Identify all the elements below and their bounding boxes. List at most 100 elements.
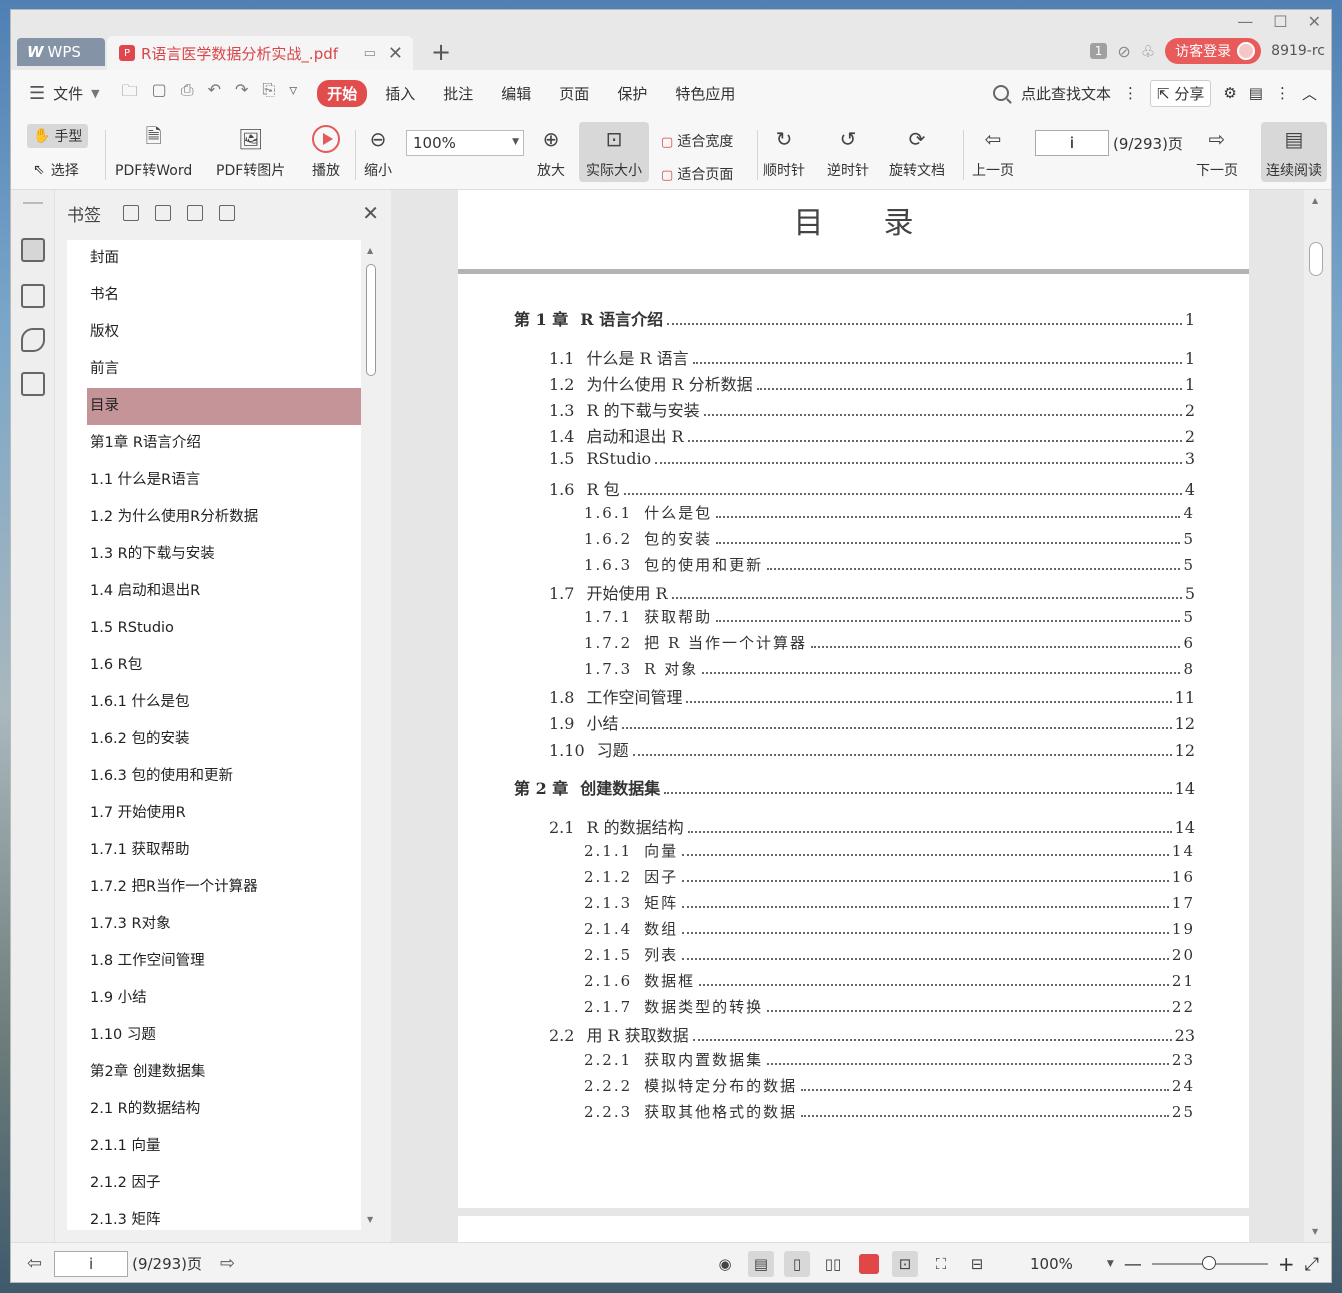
toc-entry[interactable]: 第 1 章 R 语言介绍 1 (514, 306, 1195, 329)
toc-entry[interactable]: 1.2 为什么使用 R 分析数据 1 (549, 371, 1195, 394)
bookmark-item[interactable]: 1.6 R包 (67, 647, 361, 684)
settings-icon[interactable]: ⚙ (1223, 84, 1236, 102)
bookmark-item[interactable]: 1.7.3 R对象 (67, 906, 361, 943)
toc-entry[interactable]: 2.2 用 R 获取数据 23 (549, 1022, 1195, 1045)
zoom-slider-knob[interactable] (1201, 1256, 1216, 1270)
toc-entry[interactable]: 1.6.2 包的安装 5 (584, 528, 1195, 550)
close-window-icon[interactable]: ✕ (1308, 12, 1321, 31)
wps-home-tab[interactable]: W WPS (17, 38, 105, 66)
bookmark-item[interactable]: 1.6.3 包的使用和更新 (67, 758, 361, 795)
chevron-down-icon[interactable]: ▼ (91, 87, 99, 100)
page-number-input[interactable]: i (1035, 130, 1109, 156)
tab-start[interactable]: 开始 (317, 79, 368, 107)
bookmark-item[interactable]: 1.8 工作空间管理 (67, 943, 361, 980)
fit-width-icon[interactable]: ⊟ (964, 1251, 990, 1277)
bookmark-item[interactable]: 1.6.1 什么是包 (67, 684, 361, 721)
thumbnail-panel-icon[interactable] (21, 284, 45, 308)
bookmark-item[interactable]: 1.1 什么是R语言 (67, 462, 361, 499)
continuous-reading-button[interactable]: ▤ 连续阅读 (1261, 122, 1327, 182)
bookmark-item[interactable]: 版权 (67, 314, 361, 351)
bookmark-item[interactable]: 1.7.1 获取帮助 (67, 832, 361, 869)
annotation-panel-icon[interactable] (21, 328, 45, 352)
toc-entry[interactable]: 2.2.2 模拟特定分布的数据 24 (584, 1075, 1195, 1097)
bookmark-item[interactable]: 第1章 R语言介绍 (67, 425, 361, 462)
continuous-view-icon[interactable]: ▯ (784, 1251, 811, 1277)
tab-annotate[interactable]: 批注 (433, 80, 483, 107)
hamburger-menu-icon[interactable]: ☰ (29, 83, 45, 104)
zoom-level[interactable]: 100% (1030, 1255, 1073, 1273)
fit-page-icon[interactable]: ⛶ (928, 1251, 954, 1277)
scroll-down-icon[interactable]: ▼ (367, 1215, 373, 1224)
save-icon[interactable]: ▢ (152, 80, 167, 107)
more-options-icon[interactable]: ⋮ (1275, 84, 1290, 102)
bookmark-item[interactable]: 1.2 为什么使用R分析数据 (67, 499, 361, 536)
bookmark-item[interactable]: 2.1.1 向量 (67, 1128, 361, 1165)
prev-page-icon[interactable]: ⇦ (27, 1253, 42, 1274)
bookmark-item[interactable]: 1.4 启动和退出R (67, 573, 361, 610)
toc-entry[interactable]: 2.1.4 数组 19 (584, 918, 1195, 940)
scroll-down-icon[interactable]: ▼ (1312, 1227, 1318, 1236)
collapse-ribbon-icon[interactable]: ︿ (1302, 83, 1317, 104)
tab-insert[interactable]: 插入 (375, 80, 425, 107)
pdf-to-word-button[interactable]: 🗎 PDF转Word (115, 124, 192, 180)
find-text-button[interactable]: 点此查找文本 (1021, 83, 1111, 104)
file-menu[interactable]: 文件 (53, 83, 83, 104)
bookmark-item[interactable]: 1.6.2 包的安装 (67, 721, 361, 758)
toc-entry[interactable]: 1.7.3 R 对象 8 (584, 658, 1195, 680)
toc-entry[interactable]: 1.7.1 获取帮助 5 (584, 606, 1195, 628)
status-page-input[interactable]: i (54, 1250, 129, 1277)
bookmark-item-selected[interactable]: 目录 (87, 388, 361, 425)
toc-entry[interactable]: 1.4 启动和退出 R 2 (549, 423, 1195, 446)
fullscreen-icon[interactable]: ⤢ (1305, 1254, 1319, 1275)
fit-width-button[interactable]: 适合宽度 (661, 126, 733, 159)
toc-entry[interactable]: 1.7.2 把 R 当作一个计算器 6 (584, 632, 1195, 654)
rotate-counterclockwise-button[interactable]: ↺ 逆时针 (827, 124, 869, 180)
zoom-select[interactable]: 100% ▼ (406, 130, 524, 156)
zoom-in-button[interactable]: ⊕ 放大 (536, 124, 566, 180)
bookmark-item[interactable]: 2.1.2 因子 (67, 1165, 361, 1202)
redo-icon[interactable]: ↷ (235, 80, 248, 107)
toc-entry[interactable]: 2.1.6 数据框 21 (584, 970, 1195, 992)
bookmark-item[interactable]: 1.5 RStudio (67, 610, 361, 647)
tab-page[interactable]: 页面 (549, 80, 599, 107)
more-vertical-icon[interactable]: ⋮ (1123, 84, 1138, 102)
bookmark-item[interactable]: 封面 (67, 240, 361, 277)
scroll-up-icon[interactable]: ▲ (1312, 196, 1318, 205)
new-tab-button[interactable]: + (431, 38, 451, 66)
select-tool-button[interactable]: ⇖ 选择 (33, 160, 79, 180)
zoom-out-icon[interactable]: — (1124, 1254, 1142, 1275)
chevron-down-icon[interactable]: ▼ (1107, 1259, 1114, 1269)
bookmark-item[interactable]: 2.1.3 矩阵 (67, 1202, 361, 1230)
guest-login-button[interactable]: 访客登录 (1165, 38, 1262, 64)
toc-entry[interactable]: 1.6 R 包 4 (549, 476, 1195, 499)
bookmark-item[interactable]: 2.1 R的数据结构 (67, 1091, 361, 1128)
scrollbar-thumb[interactable] (366, 264, 376, 376)
bookmark-item[interactable]: 书名 (67, 277, 361, 314)
hand-tool-button[interactable]: ✋ 手型 (27, 124, 89, 148)
bookmark-item[interactable]: 1.3 R的下载与安装 (67, 536, 361, 573)
toc-entry[interactable]: 2.1.5 列表 20 (584, 944, 1195, 966)
add-bookmark-icon[interactable] (187, 205, 203, 221)
bookmark-item[interactable]: 1.9 小结 (67, 980, 361, 1017)
toc-entry[interactable]: 2.1 R 的数据结构 14 (549, 814, 1195, 837)
toc-entry[interactable]: 1.8 工作空间管理 11 (549, 684, 1195, 707)
next-page-button[interactable]: ⇨ 下一页 (1196, 124, 1238, 180)
bookmark-item[interactable]: 前言 (67, 351, 361, 388)
print-icon[interactable]: ⎙ (181, 80, 194, 107)
bookmark-item[interactable]: 1.10 习题 (67, 1017, 361, 1054)
scroll-up-icon[interactable]: ▲ (367, 246, 373, 255)
search-icon[interactable] (992, 85, 1009, 101)
window-count-badge[interactable]: 1 (1089, 43, 1108, 59)
undo-icon[interactable]: ↶ (208, 80, 221, 107)
single-page-view-icon[interactable]: ▤ (748, 1251, 775, 1277)
bookmark-scrollbar[interactable]: ▲ ▼ (363, 240, 379, 1230)
toc-entry[interactable]: 2.1.2 因子 16 (584, 866, 1195, 888)
toc-entry[interactable]: 2.1.7 数据类型的转换 22 (584, 996, 1195, 1018)
rotate-document-button[interactable]: ⟳ 旋转文档 (889, 124, 945, 180)
expand-all-icon[interactable] (123, 205, 139, 221)
eye-protection-icon[interactable]: ◉ (712, 1251, 738, 1277)
bookmark-item[interactable]: 第2章 创建数据集 (67, 1054, 361, 1091)
signature-panel-icon[interactable] (21, 372, 45, 396)
sync-icon[interactable]: ⊘ (1117, 42, 1130, 61)
toc-entry[interactable]: 1.7 开始使用 R 5 (549, 580, 1195, 603)
